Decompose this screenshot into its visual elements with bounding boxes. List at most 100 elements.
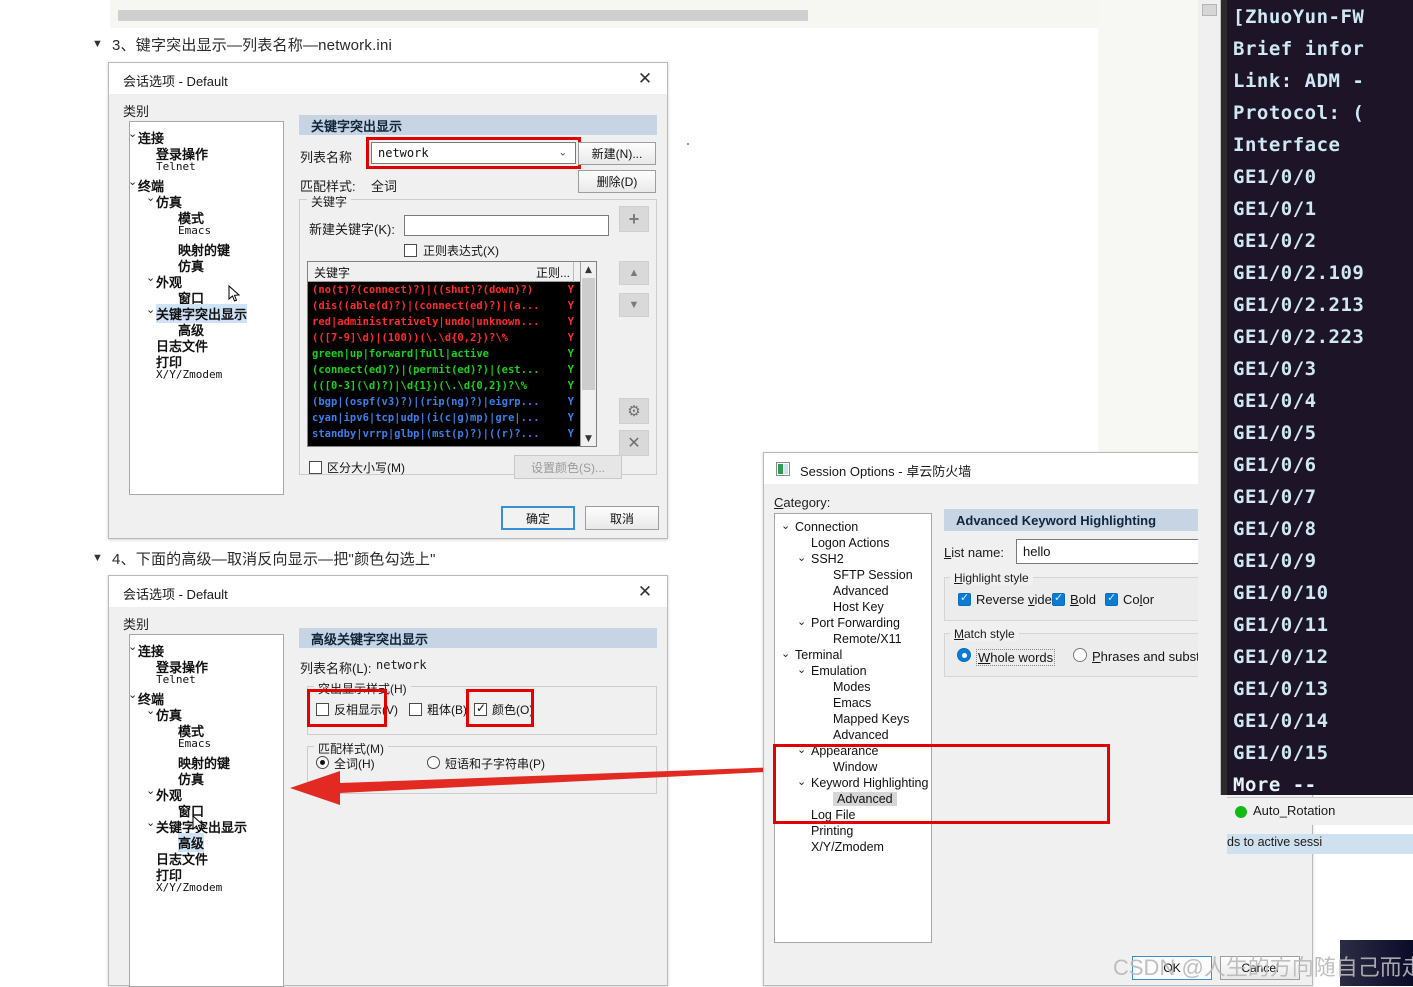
phrase-radio[interactable] (427, 756, 440, 769)
dialog2-pane-title: 高级关键字突出显示 (311, 631, 429, 647)
keyword-row[interactable]: cyan|ipv6|tcp|udp|(i(c|g)mp)|gre|... Y (308, 410, 580, 426)
ok-button[interactable]: 确定 (501, 506, 575, 530)
keyword-rows-container[interactable]: (no(t)?(connect)?)|((shut)?(down)?) Y (dis… (308, 282, 580, 446)
case-sensitive-checkbox[interactable] (309, 461, 322, 474)
tree-chevron-icon[interactable]: ⌄ (797, 551, 806, 564)
set-color-button[interactable]: 设置颜色(S)... (514, 455, 622, 479)
tree-item-X/Y/Zmodem[interactable]: X/Y/Zmodem (156, 368, 222, 381)
terminal-line: GE1/0/15 (1233, 742, 1329, 764)
app-icon (776, 462, 790, 476)
keyword-list-scrollbar[interactable]: ▲ ▼ (580, 262, 596, 446)
bold-checkbox-en[interactable] (1052, 591, 1065, 606)
tree-item-ssh2[interactable]: SSH2 (811, 552, 844, 566)
terminal-line: GE1/0/3 (1233, 358, 1317, 380)
tree-item-emacs[interactable]: Emacs (833, 696, 871, 710)
tree-chevron-icon[interactable]: ⌄ (797, 615, 806, 628)
tree-item-advanced[interactable]: Advanced (833, 584, 889, 598)
tree-item-Emacs[interactable]: Emacs (178, 737, 211, 750)
tree-item-emulation[interactable]: Emulation (811, 664, 867, 678)
terminal-scroll-thumb[interactable] (1202, 4, 1217, 16)
tree-chevron-icon[interactable]: ⌄ (130, 688, 137, 701)
move-down-button[interactable]: ▼ (619, 293, 649, 317)
new-list-button-label[interactable]: 新建(N)... (578, 142, 656, 165)
horizontal-scrollbar[interactable] (118, 10, 808, 21)
keyword-row[interactable]: (bgp|(ospf(v3)?)|(rip(ng)?)|eigrp... Y (308, 394, 580, 410)
collapse-triangle-icon-4[interactable]: ▼ (92, 552, 103, 564)
tree-item-X/Y/Zmodem[interactable]: X/Y/Zmodem (156, 881, 222, 894)
keyword-row[interactable]: (no(t)?(connect)?)|((shut)?(down)?) Y (308, 282, 580, 298)
terminal-line: GE1/0/12 (1233, 646, 1329, 668)
tree-item-sftp-session[interactable]: SFTP Session (833, 568, 913, 582)
move-up-button[interactable]: ▲ (619, 261, 649, 285)
keyword-row[interactable]: standby|vrrp|glbp|(mst(p)?)|((r)?... Y (308, 426, 580, 442)
close-icon[interactable]: ✕ (623, 63, 667, 95)
tree-chevron-icon[interactable]: ⌄ (130, 175, 137, 188)
dialog2-title: 会话选项 - Default (123, 587, 228, 602)
tree-item-Emacs[interactable]: Emacs (178, 224, 211, 237)
tree-chevron-icon[interactable]: ⌄ (146, 191, 155, 204)
tree-item-logon-actions[interactable]: Logon Actions (811, 536, 890, 550)
terminal-outer-scrollbar[interactable] (1198, 0, 1221, 795)
tree-chevron-icon[interactable]: ⌄ (130, 640, 137, 653)
session-options-dialog-chinese-1[interactable]: 会话选项 - Default ✕ 类别 ⌄连接登录操作Telnet⌄终端⌄仿真模… (108, 62, 689, 539)
tree-item-host-key[interactable]: Host Key (833, 600, 884, 614)
dialog1-category-tree[interactable]: ⌄连接登录操作Telnet⌄终端⌄仿真模式Emacs映射的键仿真⌄外观窗口⌄关键… (129, 121, 284, 495)
tree-item-mapped-keys[interactable]: Mapped Keys (833, 712, 909, 726)
close-icon[interactable]: ✕ (623, 576, 667, 608)
session-options-pane-title: Advanced Keyword Highlighting (956, 512, 1157, 528)
tree-item-connection[interactable]: Connection (795, 520, 858, 534)
terminal-line: GE1/0/11 (1233, 614, 1329, 636)
tree-chevron-icon[interactable]: ⌄ (781, 647, 790, 660)
regex-checkbox[interactable] (404, 244, 417, 257)
terminal-output[interactable]: [ZhuoYun-FW Brief infor Link: ADM - Protoco… (1227, 0, 1413, 796)
terminal-line: GE1/0/0 (1233, 166, 1317, 188)
whole-words-radio-en[interactable] (957, 648, 971, 662)
reverse-video-checkbox-en[interactable] (958, 591, 971, 606)
tree-chevron-icon[interactable]: ⌄ (797, 663, 806, 676)
tree-chevron-icon[interactable]: ⌄ (146, 271, 155, 284)
cancel-button[interactable]: 取消 (585, 506, 659, 530)
tree-chevron-icon[interactable]: ⌄ (146, 704, 155, 717)
keyword-row[interactable]: (([0-3](\d)?)|\d{1})(\.\d{0,2})?\% Y (308, 378, 580, 394)
tree-chevron-icon[interactable]: ⌄ (781, 519, 790, 532)
keyword-row[interactable]: (connect(ed)?)|(permit(ed)?)|(est... Y (308, 362, 580, 378)
scroll-up-icon[interactable]: ▲ (581, 262, 596, 277)
delete-list-button[interactable]: 删除(D) (578, 170, 656, 193)
keyword-row[interactable]: red|administratively|undo|unknown... Y (308, 314, 580, 330)
phrases-radio-en[interactable] (1073, 648, 1087, 662)
dialog2-category-tree[interactable]: ⌄连接登录操作Telnet⌄终端⌄仿真模式Emacs映射的键仿真⌄外观窗口⌄关键… (129, 634, 284, 987)
tree-item-terminal[interactable]: Terminal (795, 648, 842, 662)
tree-item-port-forwarding[interactable]: Port Forwarding (811, 616, 900, 630)
tree-item-x-y-zmodem[interactable]: X/Y/Zmodem (811, 840, 884, 854)
tree-item-advanced[interactable]: Advanced (833, 728, 889, 742)
collapse-triangle-icon-3[interactable]: ▼ (92, 38, 103, 50)
tree-item-Telnet[interactable]: Telnet (156, 160, 196, 173)
keyword-row[interactable]: green|up|forward|full|active Y (308, 346, 580, 362)
new-list-button[interactable] (687, 143, 689, 145)
tree-item-printing[interactable]: Printing (811, 824, 853, 838)
bold-checkbox[interactable] (409, 703, 422, 716)
terminal-line: GE1/0/14 (1233, 710, 1329, 732)
tree-chevron-icon[interactable]: ⌄ (146, 784, 155, 797)
keyword-row[interactable]: (([7-9]\d)|(100))(\.\d{0,2})?\% Y (308, 330, 580, 346)
tree-chevron-icon[interactable]: ⌄ (146, 816, 155, 829)
gear-icon[interactable]: ⚙ (619, 398, 649, 424)
color-checkbox-en[interactable] (1105, 591, 1118, 606)
new-keyword-input[interactable] (404, 215, 609, 236)
scroll-down-icon[interactable]: ▼ (581, 431, 596, 446)
scroll-thumb[interactable] (582, 278, 595, 390)
tree-chevron-icon[interactable]: ⌄ (130, 127, 137, 140)
tree-item-modes[interactable]: Modes (833, 680, 871, 694)
whole-word-radio[interactable] (316, 756, 329, 769)
keyword-list[interactable]: 关键字 正则... (no(t)?(connect)?)|((shut)?(do… (307, 261, 597, 447)
tree-chevron-icon[interactable]: ⌄ (146, 303, 155, 316)
terminal-line: Brief infor (1233, 38, 1365, 60)
tree-item-remote-x11[interactable]: Remote/X11 (833, 632, 902, 646)
session-options-category-tree[interactable]: ⌄ Connection Logon Actions ⌄ SSH2 SFTP Sessio… (774, 513, 932, 943)
tree-item-Telnet[interactable]: Telnet (156, 673, 196, 686)
delete-keyword-button[interactable]: ✕ (619, 430, 649, 456)
add-keyword-button[interactable]: + (619, 206, 649, 232)
keyword-pattern: red|administratively|undo|unknown... (312, 316, 540, 328)
keyword-row[interactable]: (dis((able(d)?)|(connect(ed)?)|(a... Y (308, 298, 580, 314)
session-options-dialog-chinese-2[interactable]: 会话选项 - Default ✕ 类别 ⌄连接登录操作Telnet⌄终端⌄仿真模… (108, 575, 668, 987)
